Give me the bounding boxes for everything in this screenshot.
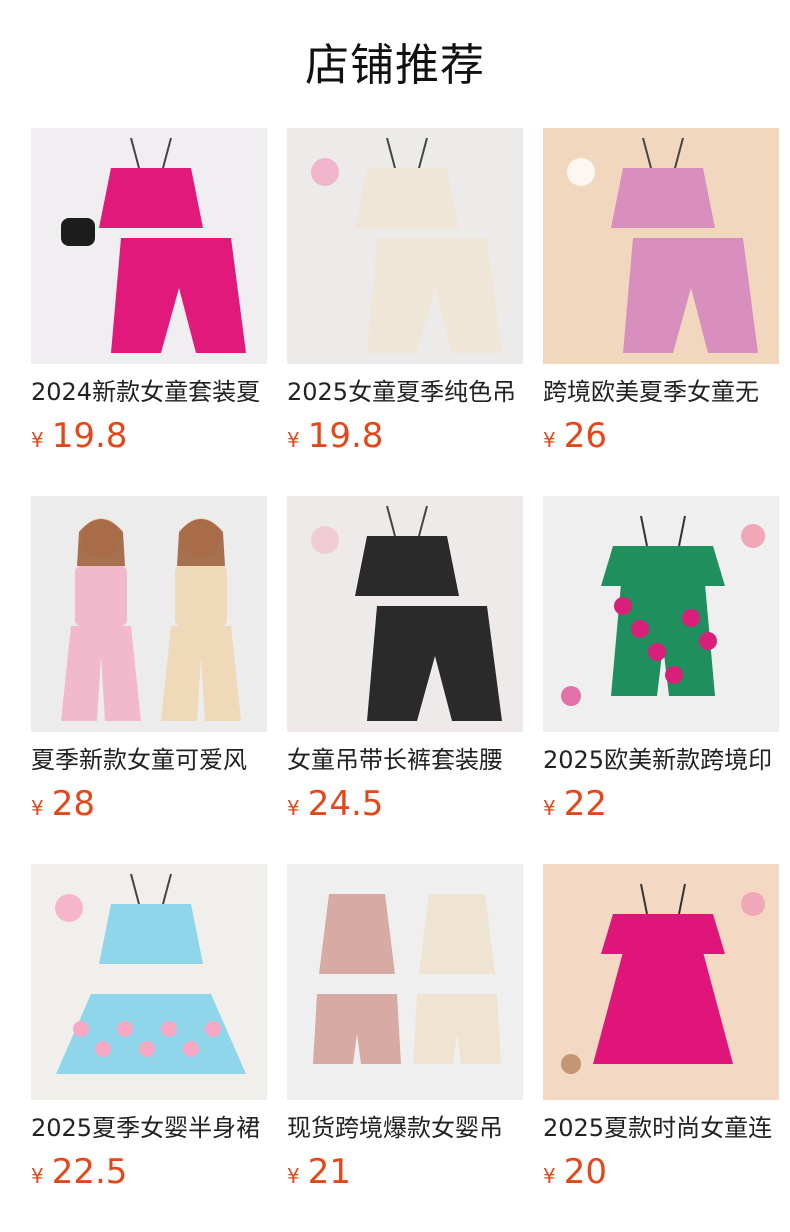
- two-girls-smocked-set-photo-image[interactable]: [31, 496, 267, 732]
- product-price-row: ¥28: [31, 782, 267, 826]
- product-name[interactable]: 2025夏款时尚女童连: [543, 1110, 779, 1146]
- currency-symbol: ¥: [543, 796, 556, 820]
- product-name[interactable]: 夏季新款女童可爱风: [31, 742, 267, 778]
- product-price: 19.8: [307, 416, 384, 456]
- product-card[interactable]: 2024新款女童套装夏 ¥19.8: [31, 128, 267, 496]
- product-price-row: ¥22: [543, 782, 779, 826]
- product-price: 24.5: [307, 784, 384, 824]
- product-name[interactable]: 2025夏季女婴半身裙: [31, 1110, 267, 1146]
- product-card[interactable]: 现货跨境爆款女婴吊 ¥21: [287, 864, 523, 1232]
- currency-symbol: ¥: [31, 796, 44, 820]
- store-recommendations-page: 店铺推荐 2024新款女童套装夏 ¥19.8 2025女童夏季纯色吊 ¥19.8 跨境欧…: [0, 0, 790, 1232]
- product-grid: 2024新款女童套装夏 ¥19.8 2025女童夏季纯色吊 ¥19.8 跨境欧美夏季女童…: [31, 128, 779, 1232]
- product-price: 22.5: [51, 1152, 128, 1192]
- product-card[interactable]: 2025夏款时尚女童连 ¥20: [543, 864, 779, 1232]
- product-price: 22: [563, 784, 607, 824]
- currency-symbol: ¥: [287, 428, 300, 452]
- section-title: 店铺推荐: [305, 40, 485, 91]
- currency-symbol: ¥: [31, 428, 44, 452]
- product-price-row: ¥19.8: [287, 414, 523, 458]
- product-price-row: ¥19.8: [31, 414, 267, 458]
- product-name[interactable]: 2025欧美新款跨境印: [543, 742, 779, 778]
- currency-symbol: ¥: [543, 428, 556, 452]
- currency-symbol: ¥: [543, 1164, 556, 1188]
- product-price: 20: [563, 1152, 607, 1192]
- currency-symbol: ¥: [31, 1164, 44, 1188]
- product-price-row: ¥20: [543, 1150, 779, 1194]
- floral-crop-top-and-skirt-set-image[interactable]: [31, 864, 267, 1100]
- product-price-row: ¥26: [543, 414, 779, 458]
- cream-ruffle-cami-and-pants-set-image[interactable]: [287, 128, 523, 364]
- product-card[interactable]: 2025欧美新款跨境印 ¥22: [543, 496, 779, 864]
- currency-symbol: ¥: [287, 1164, 300, 1188]
- product-card[interactable]: 女童吊带长裤套装腰 ¥24.5: [287, 496, 523, 864]
- product-card[interactable]: 夏季新款女童可爱风 ¥28: [31, 496, 267, 864]
- pink-halter-top-and-pants-set-image[interactable]: [31, 128, 267, 364]
- pink-print-tank-and-pants-set-image[interactable]: [543, 128, 779, 364]
- currency-symbol: ¥: [287, 796, 300, 820]
- product-price-row: ¥21: [287, 1150, 523, 1194]
- product-card[interactable]: 2025女童夏季纯色吊 ¥19.8: [287, 128, 523, 496]
- product-price: 26: [563, 416, 607, 456]
- product-price: 28: [51, 784, 95, 824]
- product-name[interactable]: 2025女童夏季纯色吊: [287, 374, 523, 410]
- product-price-row: ¥24.5: [287, 782, 523, 826]
- product-name[interactable]: 女童吊带长裤套装腰: [287, 742, 523, 778]
- product-price: 19.8: [51, 416, 128, 456]
- black-paisley-cami-and-pants-set-image[interactable]: [287, 496, 523, 732]
- floral-ruffle-romper-image[interactable]: [543, 496, 779, 732]
- product-name[interactable]: 现货跨境爆款女婴吊: [287, 1110, 523, 1146]
- product-price-row: ¥22.5: [31, 1150, 267, 1194]
- product-name[interactable]: 2024新款女童套装夏: [31, 374, 267, 410]
- pink-and-cream-ribbed-sets-image[interactable]: [287, 864, 523, 1100]
- pink-off-shoulder-dress-image[interactable]: [543, 864, 779, 1100]
- product-card[interactable]: 跨境欧美夏季女童无 ¥26: [543, 128, 779, 496]
- product-card[interactable]: 2025夏季女婴半身裙 ¥22.5: [31, 864, 267, 1232]
- product-name[interactable]: 跨境欧美夏季女童无: [543, 374, 779, 410]
- product-price: 21: [307, 1152, 351, 1192]
